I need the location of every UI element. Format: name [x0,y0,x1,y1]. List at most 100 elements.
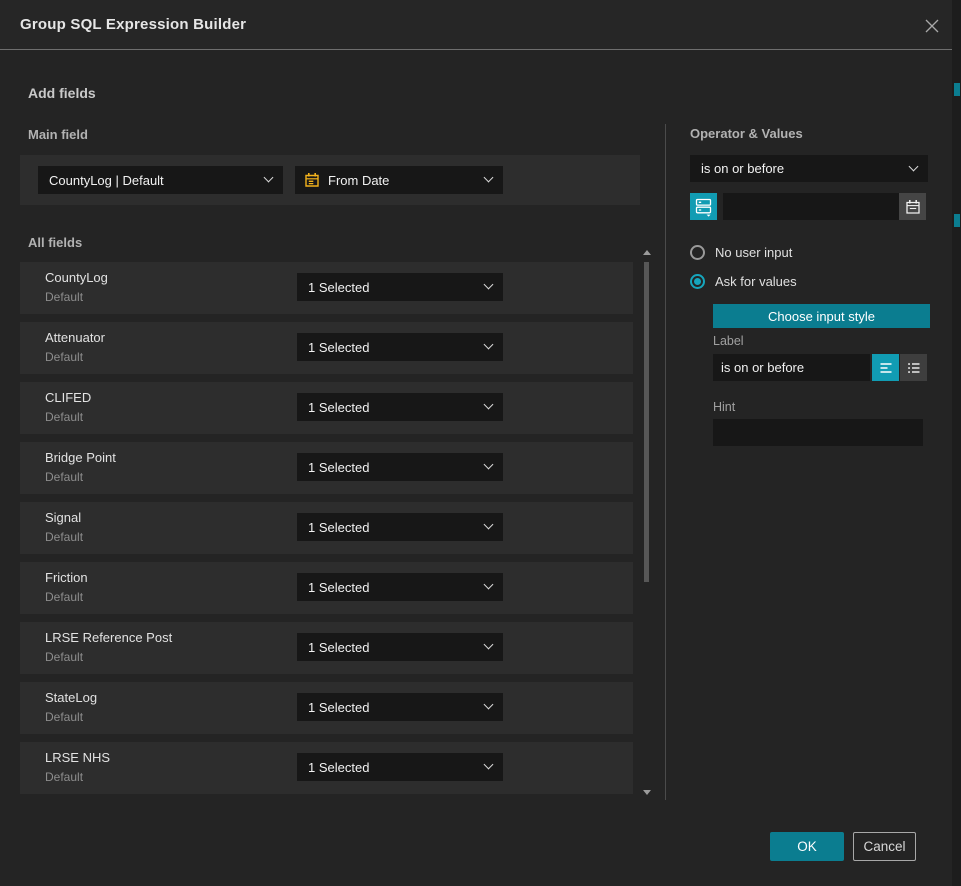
date-value-input[interactable] [723,193,899,220]
hint-caption: Hint [713,400,735,414]
scroll-up-icon[interactable] [643,250,651,255]
scrollbar-thumb[interactable] [644,262,649,582]
main-field-heading: Main field [28,127,88,142]
field-row: Signal Default 1 Selected [20,502,633,554]
edge-accent-mark [954,83,960,96]
label-caption: Label [713,334,744,348]
operator-values-heading: Operator & Values [690,126,803,141]
main-field-select[interactable]: From Date [295,166,503,194]
field-selected-value: 1 Selected [308,460,369,475]
field-row: StateLog Default 1 Selected [20,682,633,734]
choose-input-style-button[interactable]: Choose input style [713,304,930,328]
field-subtitle: Default [45,650,83,664]
field-selected-value: 1 Selected [308,760,369,775]
field-row: CLIFED Default 1 Selected [20,382,633,434]
field-name: LRSE Reference Post [45,630,172,645]
field-subtitle: Default [45,290,83,304]
main-layer-select-value: CountyLog | Default [49,173,164,188]
field-name: LRSE NHS [45,750,110,765]
ok-button[interactable]: OK [770,832,844,861]
chevron-down-icon [484,280,494,290]
operator-select-value: is on or before [701,161,784,176]
chevron-down-icon [264,173,274,183]
field-row: LRSE Reference Post Default 1 Selected [20,622,633,674]
dialog-title: Group SQL Expression Builder [20,0,246,50]
chevron-down-icon [484,640,494,650]
radio-ask-for-values-label: Ask for values [715,274,797,289]
field-name: Bridge Point [45,450,116,465]
field-selected-value: 1 Selected [308,580,369,595]
field-stack-icon [694,197,713,217]
align-left-icon [878,360,894,376]
field-row: Attenuator Default 1 Selected [20,322,633,374]
panel-divider [665,124,666,800]
field-subtitle: Default [45,410,83,424]
field-row: Bridge Point Default 1 Selected [20,442,633,494]
field-selected-value: 1 Selected [308,400,369,415]
date-picker-button[interactable] [899,193,926,220]
field-selected-value: 1 Selected [308,640,369,655]
radio-ask-for-values[interactable]: Ask for values [690,274,797,289]
chevron-down-icon [484,173,494,183]
field-subtitle: Default [45,710,83,724]
group-sql-expression-builder-dialog: Group SQL Expression Builder Add fields … [0,0,952,886]
chevron-down-icon [484,700,494,710]
radio-no-user-input-label: No user input [715,245,792,260]
main-field-select-value: From Date [328,173,389,188]
field-selected-dropdown[interactable]: 1 Selected [297,453,503,481]
radio-selected-icon [690,274,705,289]
background-edge-strip [952,0,961,886]
chevron-down-icon [484,760,494,770]
field-selected-value: 1 Selected [308,280,369,295]
field-name: Signal [45,510,81,525]
field-name: CountyLog [45,270,108,285]
calendar-icon [304,172,320,188]
field-selected-value: 1 Selected [308,700,369,715]
field-name: Friction [45,570,88,585]
chevron-down-icon [484,340,494,350]
edge-accent-mark [954,214,960,227]
input-style-single-button[interactable] [872,354,899,381]
field-subtitle: Default [45,350,83,364]
field-selected-dropdown[interactable]: 1 Selected [297,573,503,601]
chevron-down-icon [484,580,494,590]
input-style-list-button[interactable] [900,354,927,381]
field-name: Attenuator [45,330,105,345]
field-subtitle: Default [45,770,83,784]
field-selected-dropdown[interactable]: 1 Selected [297,273,503,301]
field-selected-dropdown[interactable]: 1 Selected [297,693,503,721]
operator-select[interactable]: is on or before [690,155,928,182]
close-icon [924,18,940,34]
field-selected-value: 1 Selected [308,340,369,355]
main-field-row: CountyLog | Default From Date [20,155,640,205]
value-source-button[interactable] [690,193,717,220]
field-subtitle: Default [45,590,83,604]
dialog-titlebar: Group SQL Expression Builder [0,0,952,50]
chevron-down-icon [909,162,919,172]
chevron-down-icon [484,400,494,410]
field-row: CountyLog Default 1 Selected [20,262,633,314]
calendar-icon [905,199,921,215]
label-input[interactable] [713,354,870,381]
field-selected-dropdown[interactable]: 1 Selected [297,333,503,361]
radio-no-user-input[interactable]: No user input [690,245,792,260]
add-fields-heading: Add fields [28,85,96,101]
cancel-button[interactable]: Cancel [853,832,916,861]
field-selected-value: 1 Selected [308,520,369,535]
list-icon [906,360,922,376]
field-selected-dropdown[interactable]: 1 Selected [297,753,503,781]
chevron-down-icon [484,460,494,470]
close-button[interactable] [921,15,943,37]
radio-circle-icon [690,245,705,260]
scroll-down-icon[interactable] [643,790,651,795]
field-row: Friction Default 1 Selected [20,562,633,614]
chevron-down-icon [484,520,494,530]
field-selected-dropdown[interactable]: 1 Selected [297,513,503,541]
main-layer-select[interactable]: CountyLog | Default [38,166,283,194]
all-fields-heading: All fields [28,235,82,250]
field-name: StateLog [45,690,97,705]
field-selected-dropdown[interactable]: 1 Selected [297,633,503,661]
field-selected-dropdown[interactable]: 1 Selected [297,393,503,421]
field-name: CLIFED [45,390,91,405]
hint-input[interactable] [713,419,923,446]
